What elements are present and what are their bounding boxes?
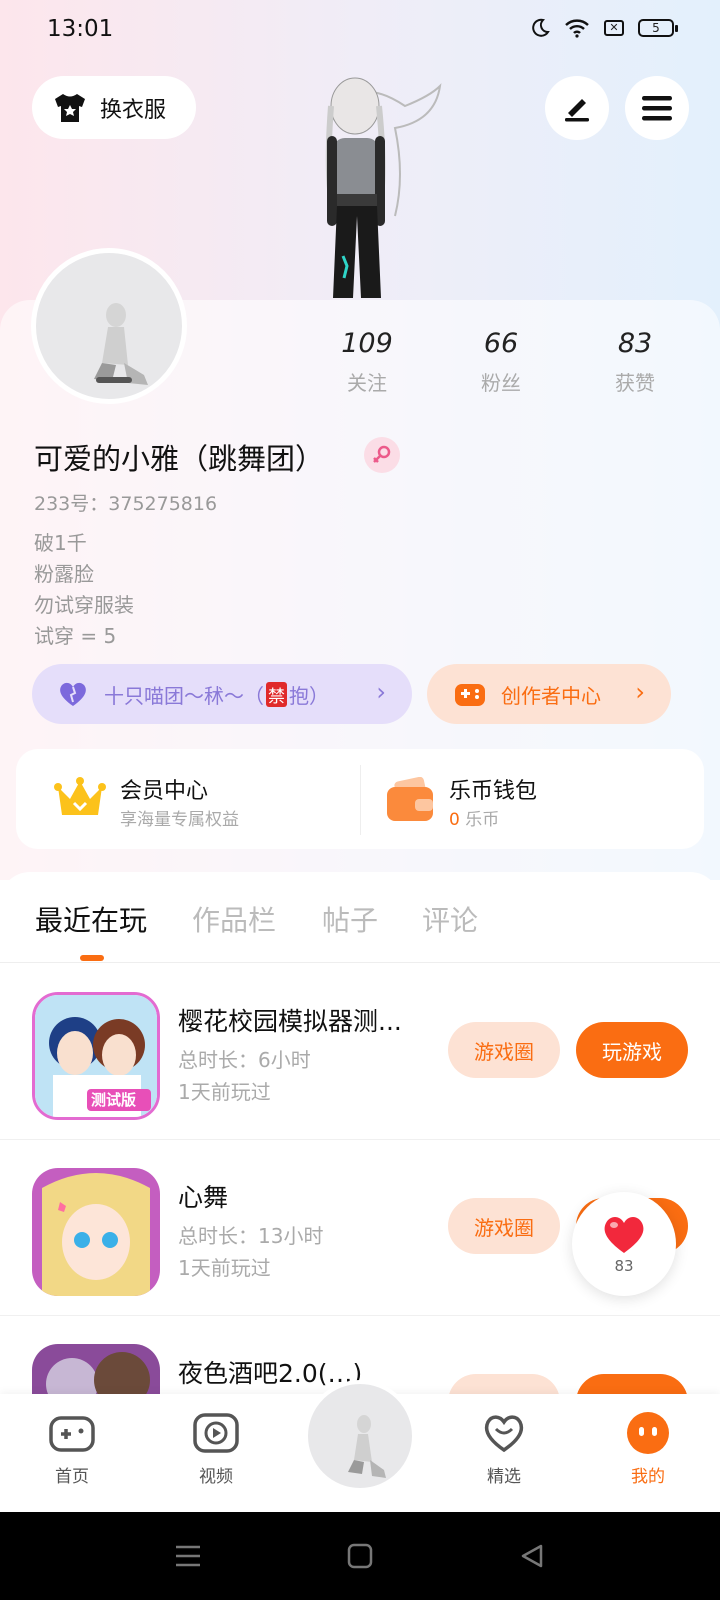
coin-unit: 乐币 [465, 810, 500, 830]
floating-like-button[interactable]: 83 [572, 1192, 676, 1296]
battery-level: 5 [652, 21, 660, 35]
game-circle-button[interactable]: 游戏圈 [448, 1022, 560, 1078]
gamepad-outline-icon [49, 1416, 95, 1452]
nav-video-label: 视频 [199, 1467, 233, 1487]
creator-center-button[interactable]: 创作者中心 › [427, 664, 671, 724]
nav-home[interactable]: 首页 [32, 1412, 112, 1487]
likes-stat[interactable]: 83 获赞 [595, 328, 675, 396]
battery-icon: 5 [638, 19, 678, 37]
shirt-icon [55, 93, 85, 122]
coin-wallet-entry[interactable]: 乐币钱包 0 乐币 [361, 749, 704, 849]
creator-center-label: 创作者中心 [501, 683, 601, 708]
ban-badge: 禁 [266, 681, 287, 707]
wifi-icon [565, 19, 589, 38]
heart-group-icon [60, 682, 86, 706]
edit-button[interactable] [545, 76, 609, 140]
game-name: 心舞 [178, 1183, 229, 1212]
game-last-played: 1天前玩过 [178, 1080, 271, 1104]
fans-count: 66 [483, 328, 519, 359]
group-label-b: 抱） [289, 683, 329, 708]
game-icon-sakura: 测试版 [32, 992, 160, 1120]
female-gender-icon [364, 437, 400, 473]
user-id: 233号：375275816 [34, 493, 218, 515]
bio-line: 粉露脸 [34, 562, 94, 586]
play-game-button[interactable]: 玩游戏 [576, 1022, 688, 1078]
tab-comments[interactable]: 评论 [422, 899, 478, 939]
nav-featured-label: 精选 [487, 1467, 521, 1487]
game-duration: 总时长：6小时 [178, 1048, 311, 1072]
heart-outline-icon [484, 1415, 524, 1453]
bio-line: 试穿 = 5 [34, 624, 117, 648]
gamepad-icon [455, 684, 485, 706]
status-time: 13:01 [47, 16, 114, 42]
hamburger-menu-icon [642, 96, 672, 121]
active-tab-indicator [80, 955, 104, 961]
group-button[interactable]: 十只喵团～秫～（禁抱） › [32, 664, 412, 724]
coin-wallet-title: 乐币钱包 [449, 779, 538, 804]
bio: 破1千 粉露脸 勿试穿服装 试穿 = 5 [34, 528, 134, 652]
coin-amount: 0 [449, 810, 460, 830]
bio-line: 破1千 [34, 531, 87, 555]
following-stat[interactable]: 109 关注 [327, 328, 407, 396]
vip-center-title: 会员中心 [120, 779, 209, 804]
following-count: 109 [341, 328, 393, 359]
change-outfit-button[interactable]: 换衣服 [32, 76, 196, 139]
video-play-icon [193, 1413, 239, 1453]
system-navigation-bar [0, 1512, 720, 1600]
tab-recently-played[interactable]: 最近在玩 [35, 899, 147, 939]
game-last-played: 1天前玩过 [178, 1256, 271, 1280]
likes-count: 83 [617, 328, 653, 359]
profile-avatar[interactable] [31, 248, 187, 404]
chevron-right-icon: › [635, 678, 645, 706]
test-version-badge: 测试版 [91, 1091, 137, 1109]
avatar-figure-image [94, 303, 148, 385]
profile-face-icon [627, 1412, 669, 1454]
crown-icon [54, 777, 106, 815]
change-outfit-label: 换衣服 [100, 97, 167, 123]
game-circle-button[interactable]: 游戏圈 [448, 1198, 560, 1254]
following-label: 关注 [347, 371, 387, 395]
vip-center-subtitle: 享海量专属权益 [120, 810, 239, 830]
nav-featured[interactable]: 精选 [464, 1412, 544, 1487]
member-wallet-card: 会员中心 享海量专属权益 乐币钱包 0 乐币 [16, 749, 704, 849]
pencil-icon [565, 99, 589, 122]
fans-label: 粉丝 [481, 371, 521, 395]
chevron-right-icon: › [376, 678, 386, 706]
menu-button[interactable] [625, 76, 689, 140]
game-row[interactable]: 测试版 樱花校园模拟器测... 总时长：6小时 1天前玩过 游戏圈 玩游戏 [0, 964, 720, 1140]
wallet-icon [387, 777, 433, 821]
likes-label: 获赞 [615, 371, 655, 395]
home-icon[interactable] [347, 1543, 373, 1569]
nav-video[interactable]: 视频 [176, 1412, 256, 1487]
profile-tabs: 最近在玩 作品栏 帖子 评论 [0, 875, 720, 963]
nav-avatar-button[interactable] [304, 1380, 416, 1492]
sim-off-icon: ✕ [604, 20, 624, 36]
nav-me-label: 我的 [631, 1467, 665, 1487]
group-label-a: 十只喵团～秫～（ [104, 683, 264, 708]
back-icon[interactable] [519, 1543, 545, 1569]
bio-line: 勿试穿服装 [34, 593, 134, 617]
heart-icon [604, 1217, 644, 1253]
avatar-figure-image [348, 1415, 386, 1478]
tab-posts[interactable]: 帖子 [322, 899, 378, 939]
fans-stat[interactable]: 66 粉丝 [461, 328, 541, 396]
status-bar: 13:01 ✕ 5 [0, 0, 720, 62]
avatar-character-image [325, 77, 442, 298]
tab-works[interactable]: 作品栏 [192, 899, 276, 939]
like-count: 83 [614, 1257, 634, 1275]
game-name: 樱花校园模拟器测... [178, 1007, 402, 1036]
nav-me[interactable]: 我的 [608, 1412, 688, 1487]
nav-home-label: 首页 [55, 1467, 89, 1487]
moon-icon [532, 18, 550, 37]
profile-name: 可爱的小雅（跳舞团） [34, 442, 325, 476]
game-icon-xinwu [32, 1168, 160, 1296]
game-duration: 总时长：13小时 [178, 1224, 324, 1248]
recent-apps-icon[interactable] [174, 1544, 202, 1568]
vip-center-entry[interactable]: 会员中心 享海量专属权益 [16, 749, 360, 849]
